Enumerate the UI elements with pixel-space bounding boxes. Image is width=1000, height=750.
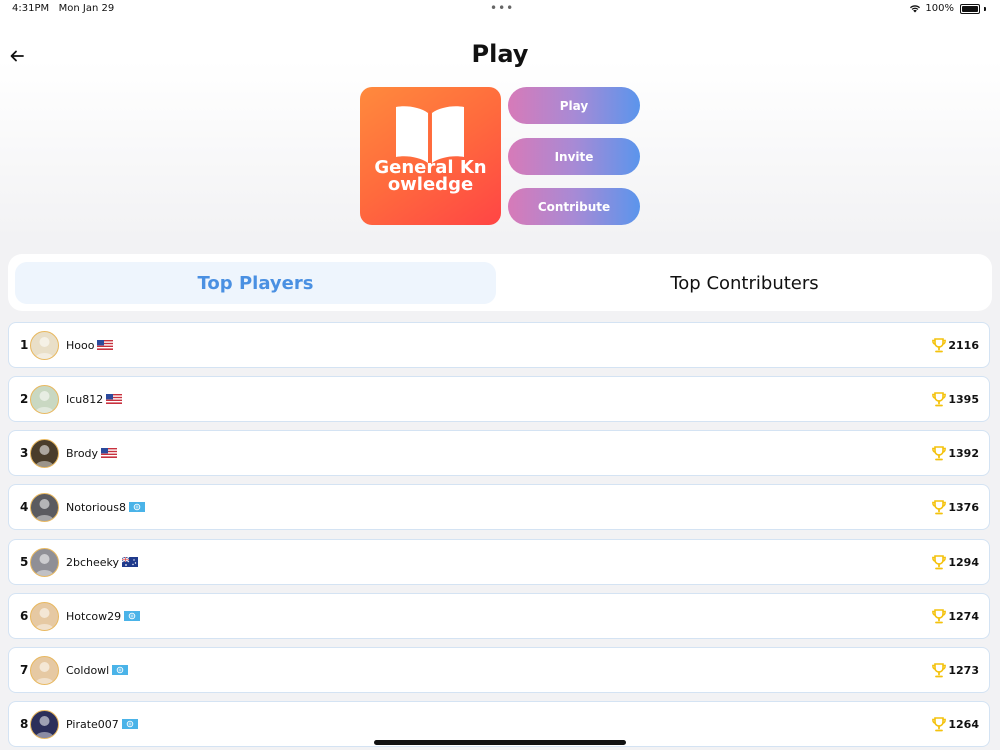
battery-tip [984, 6, 986, 11]
avatar [30, 385, 59, 414]
rank-number: 3 [20, 446, 29, 460]
status-right: 100% [909, 3, 986, 14]
username-text: Notorious8 [66, 501, 127, 514]
username: Icu812 [66, 393, 123, 406]
leaderboard-row[interactable]: 7 Coldowl 1273 [8, 647, 990, 693]
score: 1294 [931, 554, 979, 570]
battery-percent: 100% [925, 3, 954, 14]
flag-icon [121, 556, 139, 567]
date-text: Mon Jan 29 [58, 3, 115, 14]
avatar [30, 656, 59, 685]
tab-top-players[interactable]: Top Players [15, 262, 496, 304]
trophy-icon [931, 662, 947, 678]
rank-number: 2 [20, 392, 29, 406]
trophy-icon [931, 608, 947, 624]
rank-number: 8 [20, 717, 29, 731]
avatar [30, 602, 59, 631]
flag-icon [97, 340, 114, 350]
flag-icon [106, 394, 123, 404]
trophy-icon [931, 337, 947, 353]
avatar [30, 439, 59, 468]
score-value: 1376 [948, 500, 979, 514]
flag-icon [129, 502, 146, 512]
page-title: Play [471, 40, 529, 68]
invite-button[interactable]: Invite [508, 138, 640, 175]
score-value: 1294 [948, 555, 979, 569]
score: 1395 [931, 391, 979, 407]
username-text: Coldowl [66, 664, 110, 677]
score-value: 1273 [948, 663, 979, 677]
username-text: Pirate007 [66, 718, 119, 731]
leaderboard-tabs: Top Players Top Contributers [8, 254, 992, 311]
wifi-icon [910, 5, 921, 13]
trophy-icon [931, 391, 947, 407]
leaderboard-row[interactable]: 3 Brody 1392 [8, 430, 990, 476]
rank-number: 1 [20, 338, 29, 352]
flag-icon [121, 719, 138, 729]
rank-number: 4 [20, 500, 29, 514]
score: 1376 [931, 499, 979, 515]
score-value: 1395 [948, 392, 979, 406]
score-value: 2116 [948, 338, 979, 352]
battery-icon [960, 3, 980, 14]
username-text: Icu812 [66, 393, 104, 406]
flag-icon [101, 448, 118, 458]
score-value: 1274 [948, 609, 979, 623]
username-text: Hotcow29 [66, 610, 122, 623]
username: Brody [66, 447, 118, 460]
username: 2bcheeky [66, 556, 139, 569]
score: 1273 [931, 662, 979, 678]
leaderboard-row[interactable]: 1 Hooo 2116 [8, 322, 990, 368]
flag-icon [124, 611, 141, 621]
username: Hotcow29 [66, 610, 141, 623]
time-text: 4:31PM [12, 3, 50, 14]
rank-number: 5 [20, 555, 29, 569]
username-text: Hooo [66, 339, 95, 352]
quiz-category-name: General Knowledge [374, 157, 487, 195]
score-value: 1392 [948, 446, 979, 460]
username-text: 2bcheeky [66, 556, 120, 569]
tab-top-contributers[interactable]: Top Contributers [504, 262, 985, 304]
contribute-button[interactable]: Contribute [508, 188, 640, 225]
score: 1274 [931, 608, 979, 624]
username: Notorious8 [66, 501, 146, 514]
leaderboard-row[interactable]: 6 Hotcow29 1274 [8, 593, 990, 639]
username: Hooo [66, 339, 114, 352]
trophy-icon [931, 499, 947, 515]
trophy-icon [931, 716, 947, 732]
status-time: 4:31PM Mon Jan 29 [12, 3, 114, 14]
score: 1264 [931, 716, 979, 732]
book-icon [396, 106, 464, 165]
leaderboard-row[interactable]: 2 Icu812 1395 [8, 376, 990, 422]
quiz-category-card: General Knowledge [360, 87, 501, 225]
score: 2116 [931, 337, 979, 353]
username: Coldowl [66, 664, 129, 677]
avatar [30, 493, 59, 522]
status-bar: 4:31PM Mon Jan 29 ••• 100% [0, 0, 1000, 20]
rank-number: 7 [20, 663, 29, 677]
avatar [30, 331, 59, 360]
leaderboard-row[interactable]: 5 2bcheeky 1294 [8, 539, 990, 585]
leaderboard-row[interactable]: 4 Notorious8 1376 [8, 484, 990, 530]
score: 1392 [931, 445, 979, 461]
home-indicator[interactable] [374, 740, 626, 745]
flag-icon [112, 665, 129, 675]
avatar [30, 548, 59, 577]
score-value: 1264 [948, 717, 979, 731]
username: Pirate007 [66, 718, 138, 731]
avatar [30, 710, 59, 739]
trophy-icon [931, 445, 947, 461]
multitasking-dots[interactable]: ••• [490, 1, 514, 15]
trophy-icon [931, 554, 947, 570]
username-text: Brody [66, 447, 99, 460]
play-button[interactable]: Play [508, 87, 640, 124]
rank-number: 6 [20, 609, 29, 623]
